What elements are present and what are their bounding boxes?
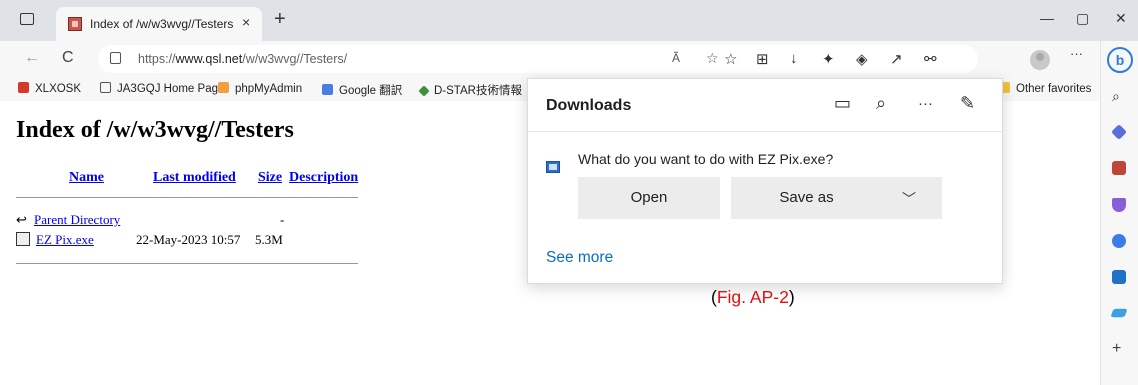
share-icon[interactable]: ↗ <box>890 50 903 68</box>
url-text[interactable]: https://www.qsl.net/w/w3wvg//Testers/ <box>138 52 347 66</box>
browser-toolbar: ← C https://www.qsl.net/w/w3wvg//Testers… <box>0 41 1100 77</box>
column-size[interactable]: Size <box>258 170 282 186</box>
parent-directory-link[interactable]: Parent Directory <box>34 212 120 227</box>
page-heading: Index of /w/w3wvg//Testers <box>16 117 294 143</box>
tab-strip: Index of /w/w3wvg//Testers × + — ▢ ✕ <box>0 0 1138 41</box>
add-favorite-icon[interactable]: ☆ <box>706 50 719 67</box>
flyout-divider <box>528 131 1002 132</box>
back-arrow-icon: ↩ <box>16 212 27 227</box>
last-modified: 22-May-2023 10:57 <box>136 232 241 247</box>
games-icon[interactable] <box>1112 198 1126 212</box>
back-button[interactable]: ← <box>24 49 40 67</box>
tab-title: Index of /w/w3wvg//Testers <box>90 17 234 31</box>
exe-file-icon <box>546 161 560 173</box>
browser-essentials-icon[interactable]: ◈ <box>856 50 868 68</box>
window-close-button[interactable]: ✕ <box>1115 10 1127 27</box>
downloads-flyout: Downloads ▭ ⌕ ··· ✎ What do you want to … <box>527 78 1003 284</box>
favorite-item[interactable]: JA3GQJ Home Page <box>100 82 224 95</box>
divider <box>16 263 358 264</box>
open-button[interactable]: Open <box>578 177 720 219</box>
other-favorites[interactable]: Other favorites <box>1002 82 1091 95</box>
favorite-site-icon <box>18 82 29 93</box>
column-name[interactable]: Name <box>69 170 104 186</box>
chevron-down-icon[interactable]: ﹀ <box>902 189 916 209</box>
pin-icon[interactable]: ✎ <box>960 93 975 114</box>
divider <box>16 197 358 198</box>
tools-icon[interactable] <box>1112 161 1126 175</box>
minimize-button[interactable]: — <box>1040 10 1054 26</box>
address-bar[interactable]: https://www.qsl.net/w/w3wvg//Testers/ Ã… <box>98 45 978 73</box>
more-options-button[interactable]: ··· <box>918 95 933 112</box>
column-description[interactable]: Description <box>289 170 358 186</box>
collections-icon[interactable]: ⊞ <box>756 50 769 68</box>
search-downloads-icon[interactable]: ⌕ <box>876 93 886 114</box>
favorite-item[interactable]: D-STAR技術情報 <box>418 82 522 98</box>
file-size: 5.3M <box>255 232 283 247</box>
favorite-item[interactable]: Google 翻訳 <box>322 82 402 98</box>
microsoft-365-icon[interactable] <box>1112 234 1126 248</box>
new-tab-button[interactable]: + <box>274 8 286 31</box>
extensions-icon[interactable]: ✦ <box>822 50 835 68</box>
figure-caption: (Fig. AP-2) <box>711 287 795 307</box>
workspaces-icon[interactable]: ⚯ <box>924 50 937 68</box>
binary-file-icon <box>16 232 30 246</box>
maximize-button[interactable]: ▢ <box>1076 10 1089 27</box>
outlook-icon[interactable] <box>1112 270 1126 284</box>
folder-icon <box>1002 82 1010 93</box>
copilot-icon[interactable]: b <box>1107 47 1133 73</box>
table-row: EZ Pix.exe 22-May-2023 10:57 5.3M <box>16 232 283 248</box>
settings-more-button[interactable]: ··· <box>1070 46 1083 61</box>
site-favicon-icon <box>68 17 82 31</box>
refresh-button[interactable]: C <box>62 49 74 67</box>
tab-close-icon[interactable]: × <box>242 14 250 30</box>
column-last-modified[interactable]: Last modified <box>153 170 236 186</box>
file-link[interactable]: EZ Pix.exe <box>36 232 94 247</box>
downloads-icon[interactable]: ↓ <box>790 50 798 67</box>
favorites-icon[interactable]: ☆ <box>724 50 737 68</box>
file-size: - <box>280 212 285 227</box>
translate-icon <box>322 84 333 95</box>
favorite-site-icon <box>418 85 430 97</box>
profile-avatar[interactable] <box>1030 50 1050 70</box>
tab-actions-icon[interactable] <box>20 13 34 25</box>
download-prompt: What do you want to do with EZ Pix.exe? <box>578 151 834 167</box>
favorite-item[interactable]: XLXOSK <box>18 82 81 95</box>
favorite-item[interactable]: phpMyAdmin <box>218 82 302 95</box>
tab-active[interactable]: Index of /w/w3wvg//Testers × <box>56 7 262 41</box>
table-row: ↩ Parent Directory - <box>16 212 284 228</box>
add-sidebar-app-icon[interactable]: + <box>1112 340 1126 357</box>
read-aloud-icon[interactable]: Ã <box>672 51 680 65</box>
downloads-title: Downloads <box>546 97 632 114</box>
lock-icon <box>110 52 121 64</box>
see-more-link[interactable]: See more <box>546 249 613 267</box>
open-folder-icon[interactable]: ▭ <box>834 93 851 114</box>
search-icon[interactable]: ⌕ <box>1112 88 1126 104</box>
favorite-site-icon <box>218 82 229 93</box>
page-icon <box>100 82 111 93</box>
